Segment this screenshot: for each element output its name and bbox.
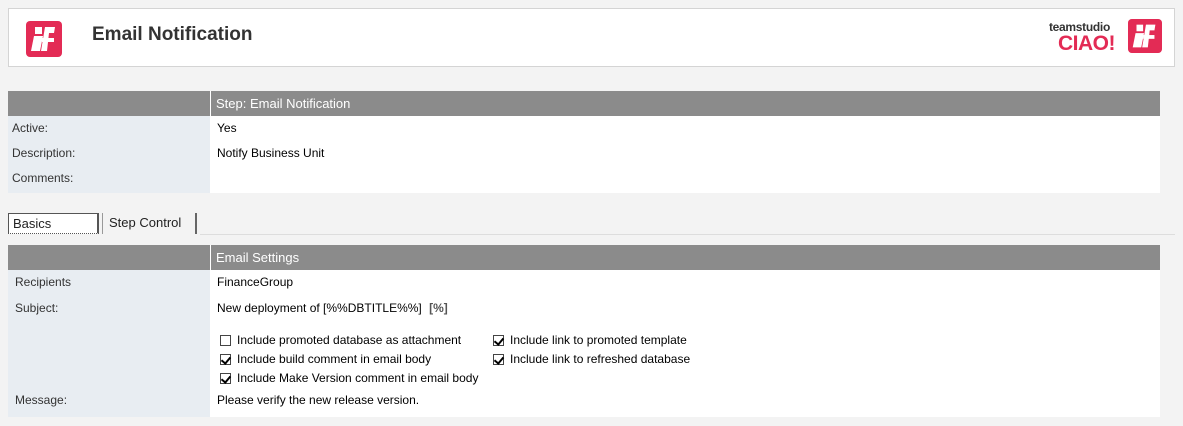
comments-row: Comments:: [8, 166, 1160, 193]
attach-database-checkbox[interactable]: [220, 334, 231, 346]
brand-name: CIAO!: [1058, 32, 1116, 55]
teamstudio-logo-icon: [26, 21, 62, 57]
insert-field-button[interactable]: [%]: [429, 301, 448, 315]
email-options: Include promoted database as attachment …: [8, 322, 1160, 388]
step-panel: Step: Email Notification Active: Yes Des…: [8, 91, 1160, 193]
page-title: Email Notification: [92, 24, 253, 45]
option-link-template[interactable]: Include link to promoted template: [493, 331, 687, 349]
option-build-comment[interactable]: Include build comment in email body: [220, 350, 431, 368]
active-value: Yes: [217, 121, 237, 135]
option-make-version-comment[interactable]: Include Make Version comment in email bo…: [220, 369, 478, 387]
link-refreshed-db-label: Include link to refreshed database: [510, 352, 691, 366]
build-comment-label: Include build comment in email body: [237, 352, 432, 366]
link-template-checkbox[interactable]: [493, 334, 504, 346]
attach-database-label: Include promoted database as attachment: [237, 333, 462, 347]
option-link-refreshed-db[interactable]: Include link to refreshed database: [493, 350, 690, 368]
subject-row: Subject: New deployment of [%%DBTITLE%%]…: [8, 296, 1160, 322]
make-version-comment-checkbox[interactable]: [220, 372, 231, 384]
description-row: Description: Notify Business Unit: [8, 141, 1160, 166]
tab-step-control[interactable]: Step Control: [102, 213, 197, 234]
description-value: Notify Business Unit: [217, 146, 325, 160]
tab-basics[interactable]: Basics: [8, 213, 99, 234]
link-refreshed-db-checkbox[interactable]: [493, 353, 504, 365]
email-settings-panel: Email Settings Recipients FinanceGroup S…: [8, 245, 1160, 417]
step-heading: Step: Email Notification: [211, 91, 1160, 116]
active-row: Active: Yes: [8, 116, 1160, 141]
recipients-value[interactable]: FinanceGroup: [217, 270, 293, 295]
link-template-label: Include link to promoted template: [510, 333, 687, 347]
make-version-comment-label: Include Make Version comment in email bo…: [237, 371, 479, 385]
tab-divider: [200, 234, 1175, 235]
subject-value[interactable]: New deployment of [%%DBTITLE%%]: [217, 301, 422, 315]
build-comment-checkbox[interactable]: [220, 353, 231, 365]
active-label: Active:: [8, 116, 210, 141]
recipients-row: Recipients FinanceGroup: [8, 270, 1160, 296]
message-row: Message: Please verify the new release v…: [8, 388, 1160, 417]
brand: teamstudio CIAO!: [1032, 18, 1162, 58]
message-label: Message:: [8, 388, 210, 417]
option-attach-database[interactable]: Include promoted database as attachment: [220, 331, 461, 349]
email-panel-header: Email Settings: [8, 245, 1160, 270]
ciao-logo-icon: [1128, 19, 1162, 53]
step-panel-header: Step: Email Notification: [8, 91, 1160, 116]
description-label: Description:: [8, 141, 210, 166]
email-heading: Email Settings: [211, 245, 1160, 270]
comments-label: Comments:: [8, 166, 210, 193]
subject-label: Subject:: [8, 296, 210, 322]
message-value[interactable]: Please verify the new release version.: [217, 388, 419, 413]
page-header: Email Notification teamstudio CIAO!: [8, 8, 1175, 67]
recipients-label: Recipients: [8, 270, 210, 296]
